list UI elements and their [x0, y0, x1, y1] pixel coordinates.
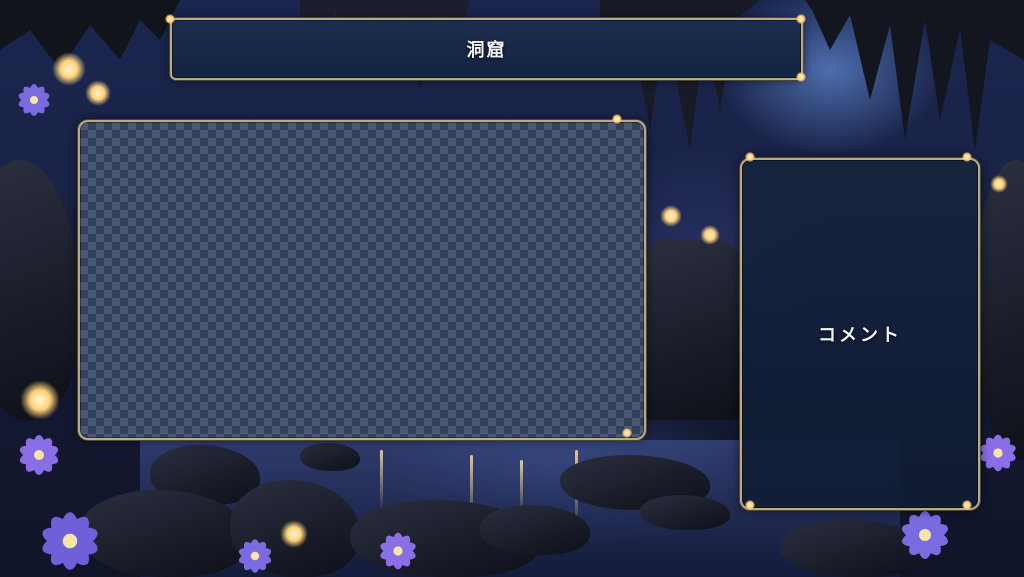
- glow-light-icon: [612, 114, 622, 124]
- glow-light-icon: [20, 380, 60, 420]
- comment-label: コメント: [818, 325, 902, 346]
- stone: [640, 495, 730, 530]
- flower-icon: [18, 84, 50, 116]
- glow-light-icon: [660, 205, 682, 227]
- stone: [300, 443, 360, 471]
- glow-light-icon: [85, 80, 111, 106]
- flower-icon: [19, 435, 59, 475]
- glow-light-icon: [622, 428, 632, 438]
- glow-light-icon: [745, 152, 755, 162]
- rock-wall: [640, 240, 750, 420]
- flower-icon: [238, 539, 272, 573]
- flower-icon: [980, 434, 1016, 472]
- glow-light-icon: [700, 225, 720, 245]
- page-title: 洞窟: [466, 40, 507, 61]
- flower-icon: [42, 512, 98, 570]
- flower-icon: [902, 511, 948, 559]
- title-bar: 洞窟: [170, 18, 803, 80]
- glow-light-icon: [165, 14, 175, 24]
- glow-light-icon: [280, 520, 308, 548]
- glow-light-icon: [796, 72, 806, 82]
- flower-icon: [380, 532, 416, 570]
- glow-light-icon: [796, 14, 806, 24]
- glow-light-icon: [745, 500, 755, 510]
- comment-panel: コメント: [740, 158, 980, 510]
- right-cliff: [975, 160, 1024, 460]
- glow-light-icon: [962, 152, 972, 162]
- glow-light-icon: [990, 175, 1008, 193]
- video-area: [78, 120, 646, 440]
- glow-light-icon: [52, 52, 86, 86]
- glow-light-icon: [962, 500, 972, 510]
